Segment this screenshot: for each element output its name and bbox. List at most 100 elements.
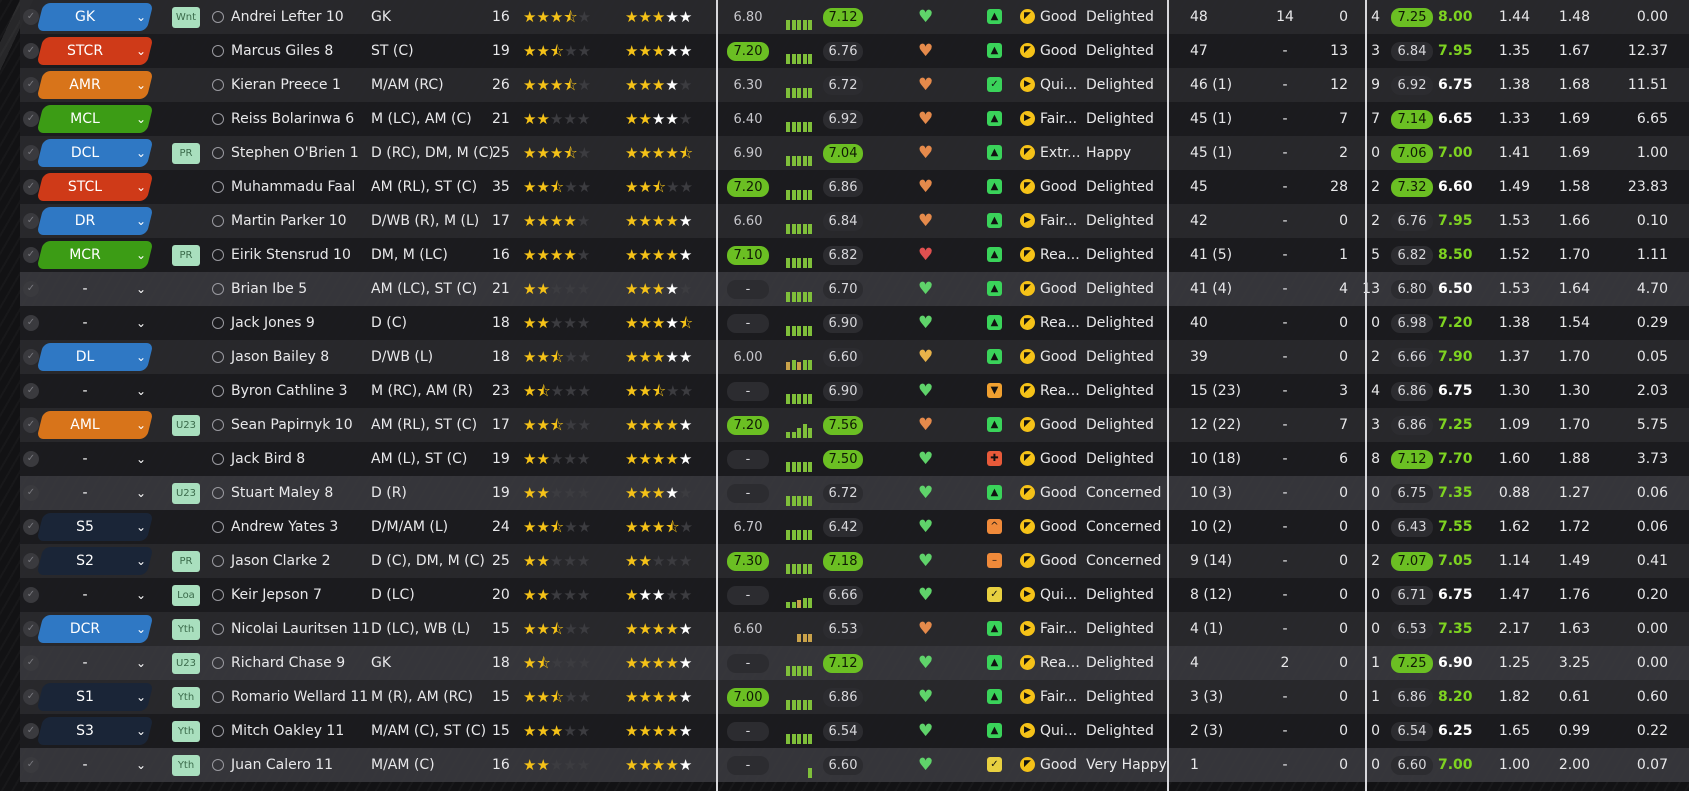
check-circle-icon[interactable]: ✓ — [23, 757, 39, 773]
position-selector[interactable]: - ⌄ — [40, 751, 160, 779]
table-row[interactable]: ✓ DL ⌄ Jason Bailey 8 D/WB (L) 18 ★★⯪★★ ★★★★★ 6.… — [20, 340, 1689, 374]
check-circle-icon[interactable]: ✓ — [23, 43, 39, 59]
table-row[interactable]: ✓ S3 ⌄ Yth Mitch Oakley 11 M/AM (C), ST (C) 15… — [20, 714, 1689, 748]
check-circle-icon[interactable]: ✓ — [23, 519, 39, 535]
chevron-down-icon[interactable]: ⌄ — [132, 751, 150, 779]
player-name[interactable]: Romario Wellard 11 — [231, 680, 368, 714]
player-name[interactable]: Richard Chase 9 — [231, 646, 345, 680]
chevron-down-icon[interactable]: ⌄ — [132, 139, 150, 167]
check-circle-icon[interactable]: ✓ — [23, 77, 39, 93]
table-row[interactable]: ✓ S2 ⌄ PR Jason Clarke 2D (C), DM, M (C) 25 ★★… — [20, 544, 1689, 578]
position-selector[interactable]: AMR ⌄ — [36, 71, 160, 99]
chevron-down-icon[interactable]: ⌄ — [132, 411, 150, 439]
position-selector[interactable]: MCL ⌄ — [36, 105, 160, 133]
table-row[interactable]: ✓ AMR ⌄ Kieran Preece 1 M/AM (RC) 26 ★★★⯪★ ★★★★… — [20, 68, 1689, 102]
chevron-down-icon[interactable]: ⌄ — [132, 649, 150, 677]
check-circle-icon[interactable]: ✓ — [23, 621, 39, 637]
position-selector[interactable]: - ⌄ — [40, 377, 160, 405]
position-selector[interactable]: S1 ⌄ — [36, 683, 160, 711]
table-row[interactable]: ✓ - ⌄ U23 Richard Chase 9 GK 18 ★⯪★★★ ★★★★★ -7.12… — [20, 646, 1689, 680]
position-selector[interactable]: STCL ⌄ — [36, 173, 160, 201]
check-circle-icon[interactable]: ✓ — [23, 247, 39, 263]
check-circle-icon[interactable]: ✓ — [23, 9, 39, 25]
player-name[interactable]: Brian Ibe 5 — [231, 272, 307, 306]
table-row[interactable]: ✓ MCR ⌄ PR Eirik Stensrud 10 DM, M (LC) 16 ★★★★… — [20, 238, 1689, 272]
chevron-down-icon[interactable]: ⌄ — [132, 309, 150, 337]
position-selector[interactable]: S2 ⌄ — [36, 547, 160, 575]
table-row[interactable]: ✓ DR ⌄ Martin Parker 10 D/WB (R), M (L) 17 ★★★… — [20, 204, 1689, 238]
check-circle-icon[interactable]: ✓ — [23, 179, 39, 195]
player-name[interactable]: Reiss Bolarinwa 6 — [231, 102, 354, 136]
table-row[interactable]: ✓ GK ⌄ Wnt Andrei Lefter 10 GK 16 ★★★⯪★ ★★★★★ 6.8… — [20, 0, 1689, 34]
player-name[interactable]: Juan Calero 11 — [231, 748, 333, 782]
position-selector[interactable]: - ⌄ — [40, 445, 160, 473]
chevron-down-icon[interactable]: ⌄ — [132, 717, 150, 745]
chevron-down-icon[interactable]: ⌄ — [132, 547, 150, 575]
chevron-down-icon[interactable]: ⌄ — [132, 207, 150, 235]
player-name[interactable]: Sean Papirnyk 10 — [231, 408, 353, 442]
table-row[interactable]: ✓ AML ⌄ U23 Sean Papirnyk 10 AM (RL), ST (C) 1… — [20, 408, 1689, 442]
position-selector[interactable]: GK ⌄ — [36, 3, 160, 31]
player-name[interactable]: Eirik Stensrud 10 — [231, 238, 351, 272]
position-selector[interactable]: DCL ⌄ — [36, 139, 160, 167]
check-circle-icon[interactable]: ✓ — [23, 281, 39, 297]
position-selector[interactable]: DR ⌄ — [36, 207, 160, 235]
check-circle-icon[interactable]: ✓ — [23, 723, 39, 739]
chevron-down-icon[interactable]: ⌄ — [132, 241, 150, 269]
chevron-down-icon[interactable]: ⌄ — [132, 615, 150, 643]
chevron-down-icon[interactable]: ⌄ — [132, 377, 150, 405]
table-row[interactable]: ✓ - ⌄ Jack Bird 8 AM (L), ST (C) 19 ★★★★★ ★★★★★… — [20, 442, 1689, 476]
chevron-down-icon[interactable]: ⌄ — [132, 37, 150, 65]
chevron-down-icon[interactable]: ⌄ — [132, 3, 150, 31]
position-selector[interactable]: AML ⌄ — [36, 411, 160, 439]
table-row[interactable]: ✓ DCR ⌄ Yth Nicolai Lauritsen 11 D (LC), WB (… — [20, 612, 1689, 646]
check-circle-icon[interactable]: ✓ — [23, 145, 39, 161]
position-selector[interactable]: DCR ⌄ — [36, 615, 160, 643]
player-name[interactable]: Kieran Preece 1 — [231, 68, 341, 102]
chevron-down-icon[interactable]: ⌄ — [132, 445, 150, 473]
table-row[interactable]: ✓ STCR ⌄ Marcus Giles 8 ST (C) 19 ★★⯪★★ ★★★★★ 7.… — [20, 34, 1689, 68]
check-circle-icon[interactable]: ✓ — [23, 315, 39, 331]
check-circle-icon[interactable]: ✓ — [23, 485, 39, 501]
table-row[interactable]: ✓ DCL ⌄ PR Stephen O'Brien 1 D (RC), DM, M (C… — [20, 136, 1689, 170]
player-name[interactable]: Mitch Oakley 11 — [231, 714, 344, 748]
check-circle-icon[interactable]: ✓ — [23, 383, 39, 399]
position-selector[interactable]: - ⌄ — [40, 581, 160, 609]
chevron-down-icon[interactable]: ⌄ — [132, 71, 150, 99]
check-circle-icon[interactable]: ✓ — [23, 587, 39, 603]
chevron-down-icon[interactable]: ⌄ — [132, 173, 150, 201]
check-circle-icon[interactable]: ✓ — [23, 213, 39, 229]
check-circle-icon[interactable]: ✓ — [23, 689, 39, 705]
position-selector[interactable]: DL ⌄ — [36, 343, 160, 371]
position-selector[interactable]: - ⌄ — [40, 479, 160, 507]
position-selector[interactable]: - ⌄ — [40, 275, 160, 303]
player-name[interactable]: Andrew Yates 3 — [231, 510, 338, 544]
player-name[interactable]: Marcus Giles 8 — [231, 34, 333, 68]
chevron-down-icon[interactable]: ⌄ — [132, 275, 150, 303]
check-circle-icon[interactable]: ✓ — [23, 349, 39, 365]
position-selector[interactable]: S5 ⌄ — [36, 513, 160, 541]
check-circle-icon[interactable]: ✓ — [23, 553, 39, 569]
position-selector[interactable]: STCR ⌄ — [36, 37, 160, 65]
player-name[interactable]: Keir Jepson 7 — [231, 578, 322, 612]
table-row[interactable]: ✓ - ⌄ Yth Juan Calero 11 M/AM (C) 16 ★★★★★ ★★★★★… — [20, 748, 1689, 782]
player-name[interactable]: Jack Bird 8 — [231, 442, 305, 476]
chevron-down-icon[interactable]: ⌄ — [132, 683, 150, 711]
table-row[interactable]: ✓ - ⌄ Byron Cathline 3M (RC), AM (R) 23 ★⯪★★★… — [20, 374, 1689, 408]
table-row[interactable]: ✓ STCL ⌄ Muhammadu Faal AM (RL), ST (C) 35 ★★⯪… — [20, 170, 1689, 204]
player-name[interactable]: Muhammadu Faal — [231, 170, 355, 204]
table-row[interactable]: ✓ - ⌄ Loa Keir Jepson 7D (LC) 20 ★★★★★ ★★★★★ -6.… — [20, 578, 1689, 612]
position-selector[interactable]: - ⌄ — [40, 309, 160, 337]
check-circle-icon[interactable]: ✓ — [23, 111, 39, 127]
player-name[interactable]: Stuart Maley 8 — [231, 476, 333, 510]
position-selector[interactable]: MCR ⌄ — [36, 241, 160, 269]
table-row[interactable]: ✓ - ⌄ Jack Jones 9D (C) 18 ★★★★★ ★★★★⯪ -6.90 ♥ ▲ ◤… — [20, 306, 1689, 340]
check-circle-icon[interactable]: ✓ — [23, 417, 39, 433]
player-name[interactable]: Stephen O'Brien 1 — [231, 136, 359, 170]
chevron-down-icon[interactable]: ⌄ — [132, 513, 150, 541]
check-circle-icon[interactable]: ✓ — [23, 655, 39, 671]
player-name[interactable]: Jason Clarke 2 — [231, 544, 330, 578]
chevron-down-icon[interactable]: ⌄ — [132, 581, 150, 609]
position-selector[interactable]: S3 ⌄ — [36, 717, 160, 745]
player-name[interactable]: Jack Jones 9 — [231, 306, 315, 340]
